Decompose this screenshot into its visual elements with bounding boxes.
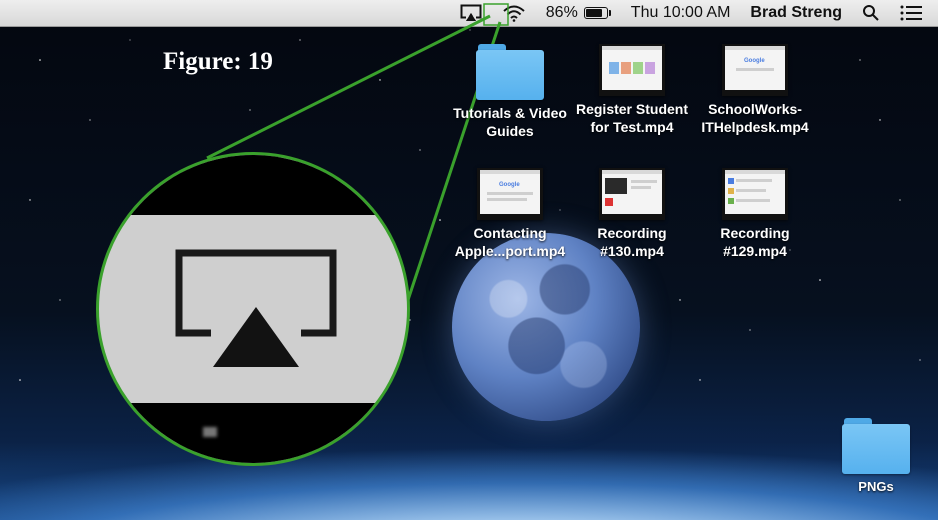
video-thumbnail-icon (599, 168, 665, 220)
google-logo-mini: Google (499, 182, 520, 188)
desktop-item-schoolworks-video[interactable]: Google SchoolWorks-ITHelpdesk.mp4 (695, 44, 815, 136)
callout-top-band (99, 155, 407, 215)
desktop-item-label: PNGs (858, 479, 894, 494)
video-thumbnail-icon: Google (722, 44, 788, 96)
callout-bottom-band (99, 403, 407, 463)
callout-blur-dot (203, 427, 217, 437)
desktop-item-label: Recording #130.mp4 (597, 225, 667, 259)
desktop-item-label: Contacting Apple...port.mp4 (454, 225, 566, 259)
airplay-icon-large (175, 249, 337, 367)
google-logo-mini: Google (744, 58, 765, 64)
desktop-item-recording-130-video[interactable]: Recording #130.mp4 (572, 168, 692, 260)
video-thumbnail-icon (599, 44, 665, 96)
desktop-item-label: SchoolWorks-ITHelpdesk.mp4 (701, 101, 809, 135)
desktop-item-contacting-apple-video[interactable]: Google Contacting Apple...port.mp4 (450, 168, 570, 260)
folder-icon (842, 418, 910, 474)
desktop-item-label: Recording #129.mp4 (720, 225, 790, 259)
desktop-item-label: Tutorials & Video Guides (453, 105, 567, 139)
desktop-item-label: Register Student for Test.mp4 (575, 101, 688, 135)
desktop-item-recording-129-video[interactable]: Recording #129.mp4 (695, 168, 815, 260)
airplay-magnified-callout (96, 152, 410, 466)
desktop-item-tutorials-folder[interactable]: Tutorials & Video Guides (450, 44, 570, 140)
folder-icon (476, 44, 544, 100)
desktop-item-register-student-video[interactable]: Register Student for Test.mp4 (572, 44, 692, 136)
video-thumbnail-icon: Google (477, 168, 543, 220)
video-thumbnail-icon (722, 168, 788, 220)
desktop-item-pngs-folder[interactable]: PNGs (816, 418, 936, 496)
